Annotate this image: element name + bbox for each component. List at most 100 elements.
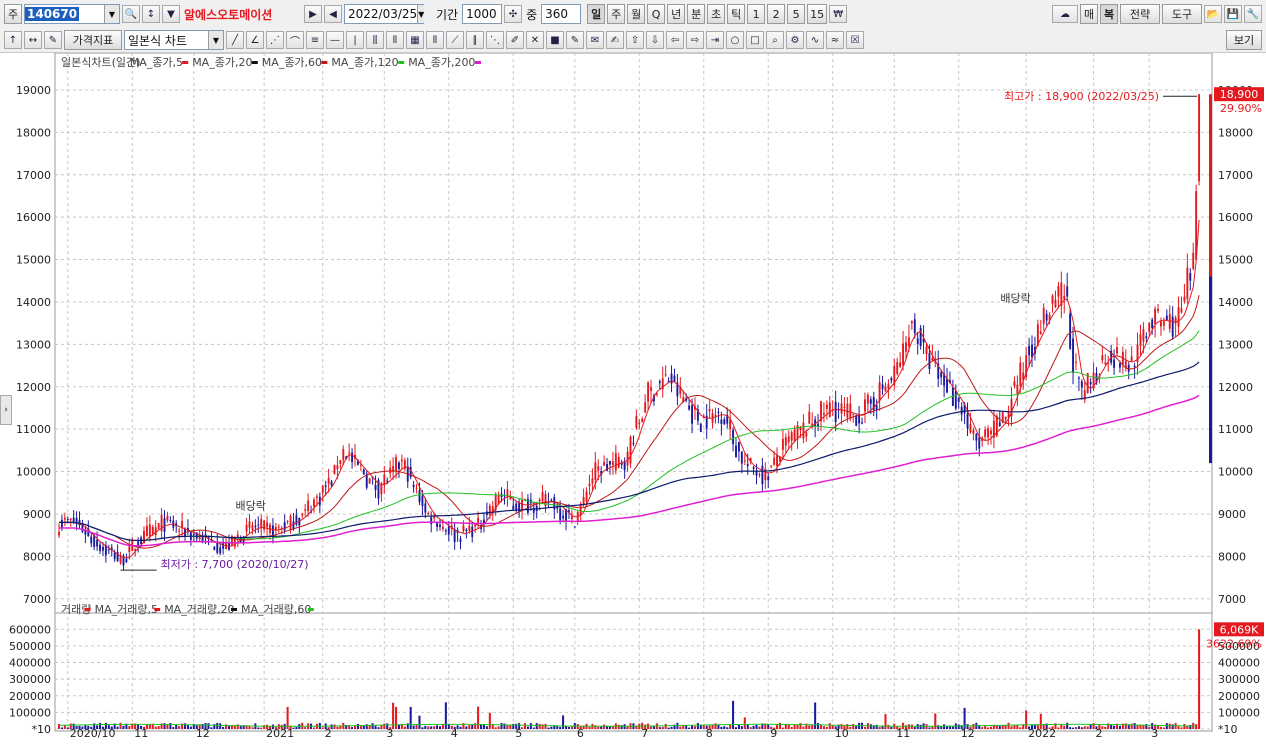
period-button-minute[interactable]: 분 xyxy=(687,4,706,24)
table-grid-icon[interactable]: ▦ xyxy=(406,31,424,49)
period-button-day[interactable]: 일 xyxy=(587,4,606,24)
sort-icon[interactable]: ↕ xyxy=(142,5,160,23)
candle-body xyxy=(878,382,881,401)
volume-bar xyxy=(1183,723,1186,729)
horizontal-line-icon[interactable]: — xyxy=(326,31,344,49)
date-tick-label: 4 xyxy=(451,727,458,740)
period-button-quarter[interactable]: Q xyxy=(647,4,666,24)
play-forward-icon[interactable]: ▶ xyxy=(304,5,322,23)
play-back-icon[interactable]: ◀ xyxy=(324,5,342,23)
note-icon[interactable]: ✉ xyxy=(586,31,604,49)
tools-button[interactable]: 도구 xyxy=(1162,4,1202,24)
parallel-lines-icon[interactable]: ∥ xyxy=(466,31,484,49)
angle-line-icon[interactable]: ∠ xyxy=(246,31,264,49)
brush-icon[interactable]: ✎ xyxy=(566,31,584,49)
pen-box-icon[interactable]: ✍ xyxy=(606,31,624,49)
volume-bar xyxy=(755,724,758,729)
candle-body xyxy=(629,436,632,464)
candle-body xyxy=(1066,286,1069,297)
candle-body xyxy=(978,437,981,449)
stock-chart[interactable]: 7000 7000 8000 8000 9000 9000 10000 10000 11000 1… xyxy=(0,53,1266,744)
crosshair-icon[interactable]: ✣ xyxy=(504,5,523,23)
wave-icon[interactable]: ∿ xyxy=(806,31,824,49)
chevron-down-icon[interactable]: ▼ xyxy=(104,5,119,23)
volume-bar xyxy=(567,726,570,729)
volume-bar xyxy=(116,726,119,729)
delete-drawing-icon[interactable]: ☒ xyxy=(846,31,864,49)
arc-icon[interactable]: ⌒ xyxy=(286,31,304,49)
price-tick-label-right: 17000 xyxy=(1218,169,1253,182)
volume-bar xyxy=(163,723,166,729)
folder-open-icon[interactable]: 📂 xyxy=(1204,5,1222,23)
volume-bar xyxy=(547,727,550,729)
period-button-month[interactable]: 월 xyxy=(627,4,646,24)
volume-bar xyxy=(808,725,811,729)
vertical-line-icon[interactable]: | xyxy=(346,31,364,49)
arrow-left-icon[interactable]: ⇦ xyxy=(666,31,684,49)
volume-bar xyxy=(749,727,752,729)
period-button-second[interactable]: 초 xyxy=(707,4,726,24)
eraser-icon[interactable]: ✕ xyxy=(526,31,544,49)
period-button-tick[interactable]: 틱 xyxy=(727,4,746,24)
vertical-grid-icon[interactable]: ⫼ xyxy=(366,31,384,49)
chart-type-select[interactable]: 일본식 차트 ▼ xyxy=(124,30,224,50)
period-input[interactable]: 1000 xyxy=(462,4,503,24)
copy-button[interactable]: 복 xyxy=(1100,4,1118,24)
currency-won-icon[interactable]: ₩ xyxy=(829,5,848,23)
trade-button[interactable]: 매 xyxy=(1080,4,1098,24)
candle-body xyxy=(588,483,591,487)
market-selector[interactable]: 주 xyxy=(4,4,22,24)
price-tick-label-right: 9000 xyxy=(1218,508,1246,521)
gann-fan-icon[interactable]: ⋱ xyxy=(486,31,504,49)
calendar-dropdown-icon[interactable]: ▼ xyxy=(417,5,425,23)
volume-bar xyxy=(588,727,591,729)
arrow-box-icon[interactable]: ⇥ xyxy=(706,31,724,49)
fan-line-icon[interactable]: ⋰ xyxy=(266,31,284,49)
stock-code-input[interactable]: 140670 ▼ xyxy=(24,4,120,24)
price-indicator-button[interactable]: 가격지표 xyxy=(64,30,122,50)
arrow-up-icon[interactable]: ⇧ xyxy=(626,31,644,49)
square-icon[interactable]: □ xyxy=(746,31,764,49)
candle-body xyxy=(714,414,717,416)
bar-pattern-icon[interactable]: ⫴ xyxy=(426,31,444,49)
expand-horizontal-icon[interactable]: ↔ xyxy=(24,31,42,49)
candle-body xyxy=(1080,381,1083,388)
price-tick-label-left: 16000 xyxy=(16,211,51,224)
chevron-down-icon[interactable]: ▼ xyxy=(208,31,223,49)
interval-button-1[interactable]: 1 xyxy=(747,4,766,24)
volume-bar xyxy=(884,714,887,729)
edit-icon[interactable]: ✎ xyxy=(44,31,62,49)
volume-bar xyxy=(415,725,418,729)
zoom-area-icon[interactable]: ⌕ xyxy=(766,31,784,49)
trendline-icon[interactable]: ╱ xyxy=(226,31,244,49)
circle-icon[interactable]: ○ xyxy=(726,31,744,49)
arrow-up-icon[interactable]: ↑ xyxy=(4,31,22,49)
color-palette-icon[interactable]: ■ xyxy=(546,31,564,49)
strategy-button[interactable]: 전략 xyxy=(1120,4,1160,24)
arrow-down-icon[interactable]: ⇩ xyxy=(646,31,664,49)
multi-line-icon[interactable]: ≡ xyxy=(306,31,324,49)
date-input[interactable]: 2022/03/25 ▼ xyxy=(344,4,425,24)
interval-button-2[interactable]: 2 xyxy=(767,4,786,24)
period-button-year[interactable]: 년 xyxy=(667,4,686,24)
candle-body xyxy=(192,533,195,535)
count-input[interactable]: 360 xyxy=(541,4,582,24)
cloud-icon[interactable]: ☁ xyxy=(1052,5,1078,23)
candle-body xyxy=(1174,317,1177,324)
candle-body xyxy=(415,487,418,489)
view-button[interactable]: 보기 xyxy=(1226,30,1262,50)
chevron-down-icon[interactable]: ▼ xyxy=(162,5,180,23)
interval-button-5[interactable]: 5 xyxy=(787,4,806,24)
zoom-settings-icon[interactable]: ⚙ xyxy=(786,31,804,49)
arrow-right-icon[interactable]: ⇨ xyxy=(686,31,704,49)
pencil-icon[interactable]: ✐ xyxy=(506,31,524,49)
wave-pattern-icon[interactable]: ≈ xyxy=(826,31,844,49)
wrench-icon[interactable]: 🔧 xyxy=(1244,5,1262,23)
cycle-lines-icon[interactable]: ⦀ xyxy=(386,31,404,49)
channel-icon[interactable]: ⟋ xyxy=(446,31,464,49)
candle-body xyxy=(1013,381,1016,386)
interval-button-15[interactable]: 15 xyxy=(807,4,828,24)
period-button-week[interactable]: 주 xyxy=(607,4,626,24)
search-icon[interactable]: 🔍 xyxy=(122,5,140,23)
save-icon[interactable]: 💾 xyxy=(1224,5,1242,23)
